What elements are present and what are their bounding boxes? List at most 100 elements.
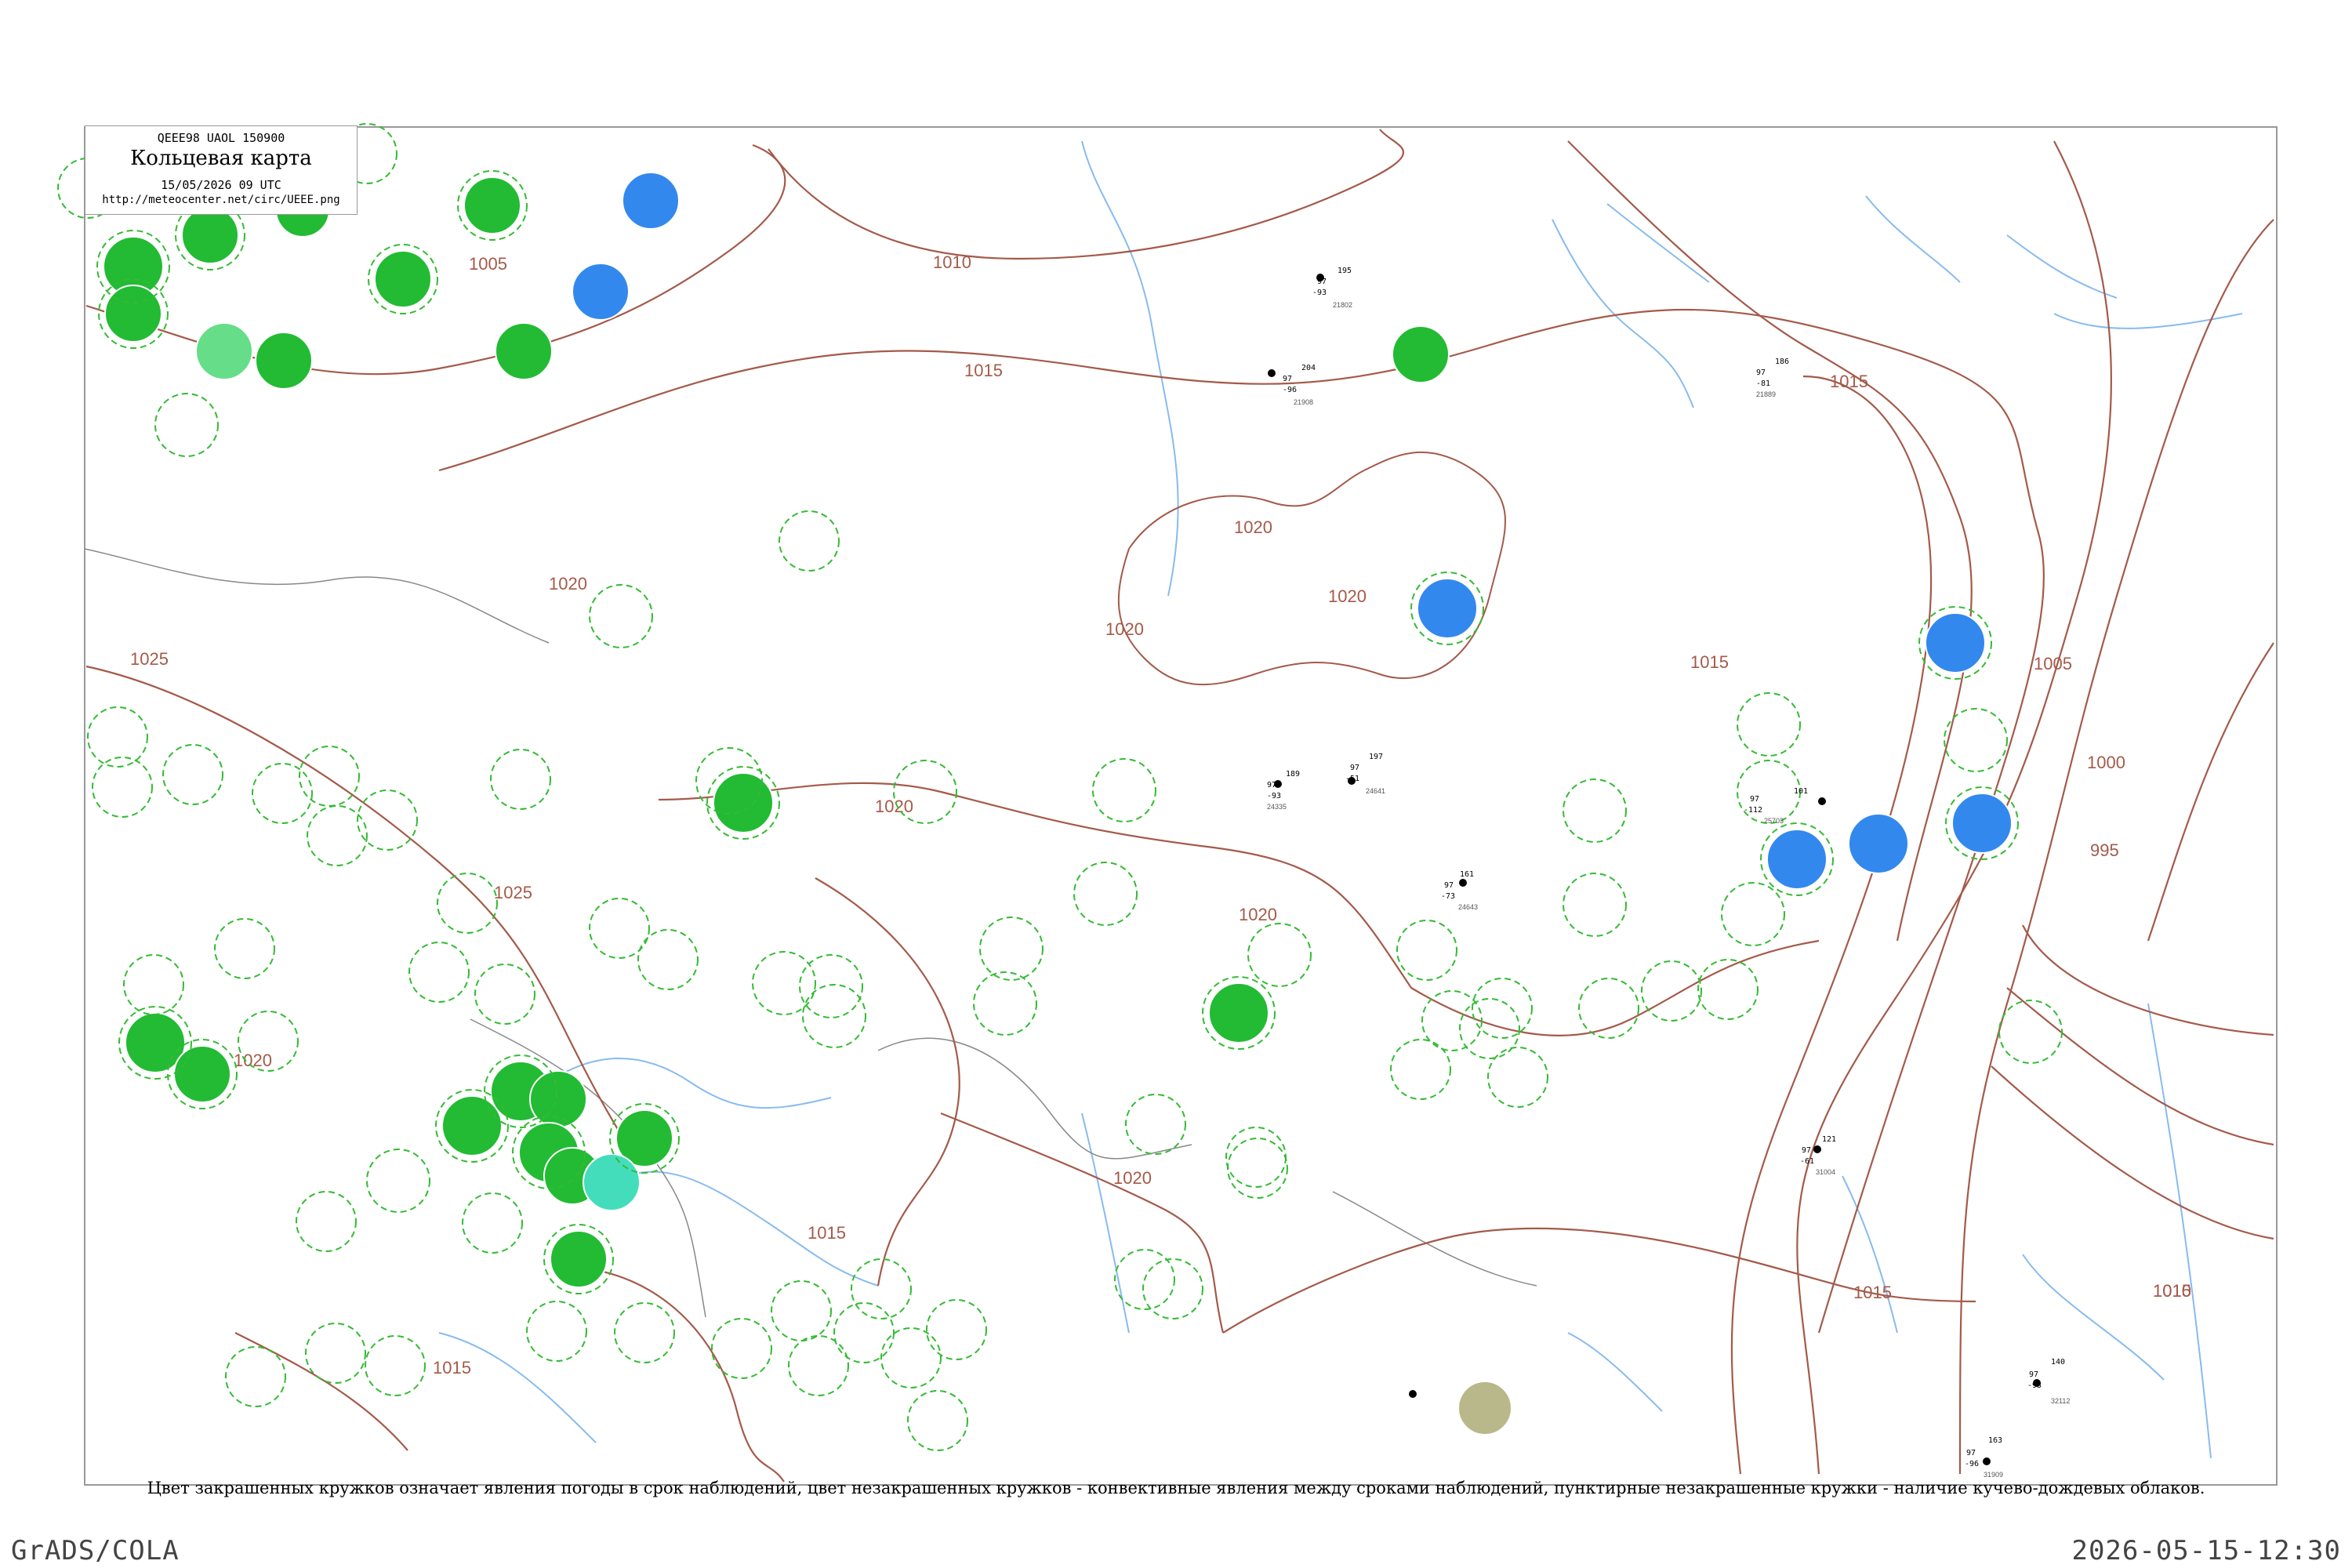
station-index: 25703 [1764,817,1784,825]
rain-circle [374,250,432,308]
closed-contour [1117,452,1506,686]
station-dew: -96 [1283,386,1297,394]
rain-circle [550,1230,608,1288]
station-dew: -73 [1441,892,1455,901]
station-temp: 97 [1267,781,1276,789]
station-temp: 97 [1444,881,1454,890]
station-labels: 189 97 -93 24335 204 97 -96 21908 186 97… [1267,267,2070,1479]
map-border [84,126,2278,1486]
shower-circle [1848,813,1909,874]
grads-credit: GrADS/COLA [11,1535,180,1566]
cb-ring [154,393,219,457]
station-temp: 97 [1750,795,1759,804]
map-caption: Цвет закрашенных кружков означает явлени… [147,1479,2205,1497]
cb-ring [907,1390,968,1451]
station-pressure: 189 [1286,770,1300,779]
isobar-label: 1015 [433,1358,471,1377]
station-dot [1813,1145,1821,1153]
cb-ring [1125,1094,1186,1155]
cb-ring [880,1327,942,1388]
rain-circle [463,176,521,234]
cb-ring [526,1301,587,1362]
cb-ring [408,942,470,1003]
station-pressure: 204 [1301,364,1316,372]
cb-ring [1472,978,1533,1039]
isobar-label: 1015 [808,1223,846,1243]
cb-ring [299,746,360,807]
station-index: 24335 [1267,803,1287,811]
station-temp: 97 [1756,368,1766,377]
rain-circle [1392,325,1450,383]
isobar-label: 1025 [494,883,532,902]
isobar-label: 1020 [875,797,913,816]
cb-ring [252,763,313,824]
station-dew: -51 [1345,775,1359,783]
station-index: 21889 [1756,390,1776,398]
station-index: 31909 [1984,1471,2003,1479]
shower-circle [1951,793,2013,854]
station-pressure: 101 [1794,787,1808,796]
isobar-label: 1020 [1113,1168,1152,1188]
isobar-label: 1000 [2087,753,2125,772]
isobar-label: 1005 [2034,654,2072,673]
cb-ring [1390,1039,1451,1100]
station-dew: -93 [1267,792,1281,800]
station-pressure: 140 [2051,1358,2065,1367]
cb-ring [1227,1138,1288,1199]
cb-ring [1563,873,1627,937]
station-temp: 97 [1966,1449,1976,1457]
cb-ring [788,1335,849,1396]
cb-ring [365,1335,426,1396]
rain-circle [104,285,162,343]
borders-layer [84,548,1537,1318]
isobar-label: 1015 [1690,652,1729,672]
isobar-label: 1010 [2153,1281,2191,1301]
station-pressure: 197 [1369,753,1383,761]
cb-ring [779,510,840,572]
station-index: 31004 [1816,1168,1835,1176]
weather-circles-filled [103,172,2013,1436]
rain-circle [181,206,239,264]
map-legend-box: QEEE98 UAOL 150900 Кольцевая карта 15/05… [85,125,358,215]
cb-ring [979,916,1044,981]
cb-ring [1563,779,1627,843]
rain-circle [1208,982,1269,1044]
isobar-label: 1020 [1239,905,1277,924]
cb-ring [1697,959,1759,1020]
cb-ring [296,1191,357,1252]
cb-ring [893,760,957,824]
station-temp: 97 [2029,1370,2038,1379]
isobar-label: 995 [2090,840,2119,860]
isobar-label: 1020 [1234,517,1272,537]
station-dew: -81 [1756,379,1770,388]
cb-ring [833,1302,895,1363]
shower-circle [1925,612,1986,673]
station-dew: -112 [1744,806,1762,815]
station-temp: 97 [1802,1146,1811,1155]
isobar-label: 1015 [964,361,1003,380]
cb-ring [1578,978,1639,1039]
shower-circle [622,172,680,230]
cb-ring [589,584,653,648]
station-pressure: 121 [1822,1135,1836,1144]
cb-ring [926,1299,987,1360]
station-temp: 97 [1283,375,1292,383]
cb-ring [637,929,699,990]
shower-circle [1417,578,1478,639]
cb-ring [1721,882,1785,946]
cb-ring [1396,920,1457,981]
rain-circle [495,322,553,380]
isobar-label: 1020 [1328,586,1367,606]
legend-code: QEEE98 UAOL 150900 [157,131,285,145]
cb-ring [1247,923,1312,987]
cb-rings [57,123,2063,1451]
cb-ring [162,744,223,805]
station-dot [1409,1390,1417,1398]
cb-ring [1944,708,2008,772]
cb-ring [474,964,535,1025]
station-markers [1268,274,2041,1465]
station-index: 24643 [1458,903,1478,911]
rain-circle [173,1045,231,1103]
legend-url[interactable]: http://meteocenter.net/circ/UEEE.png [85,194,357,206]
isobar-label: 1020 [549,574,587,593]
